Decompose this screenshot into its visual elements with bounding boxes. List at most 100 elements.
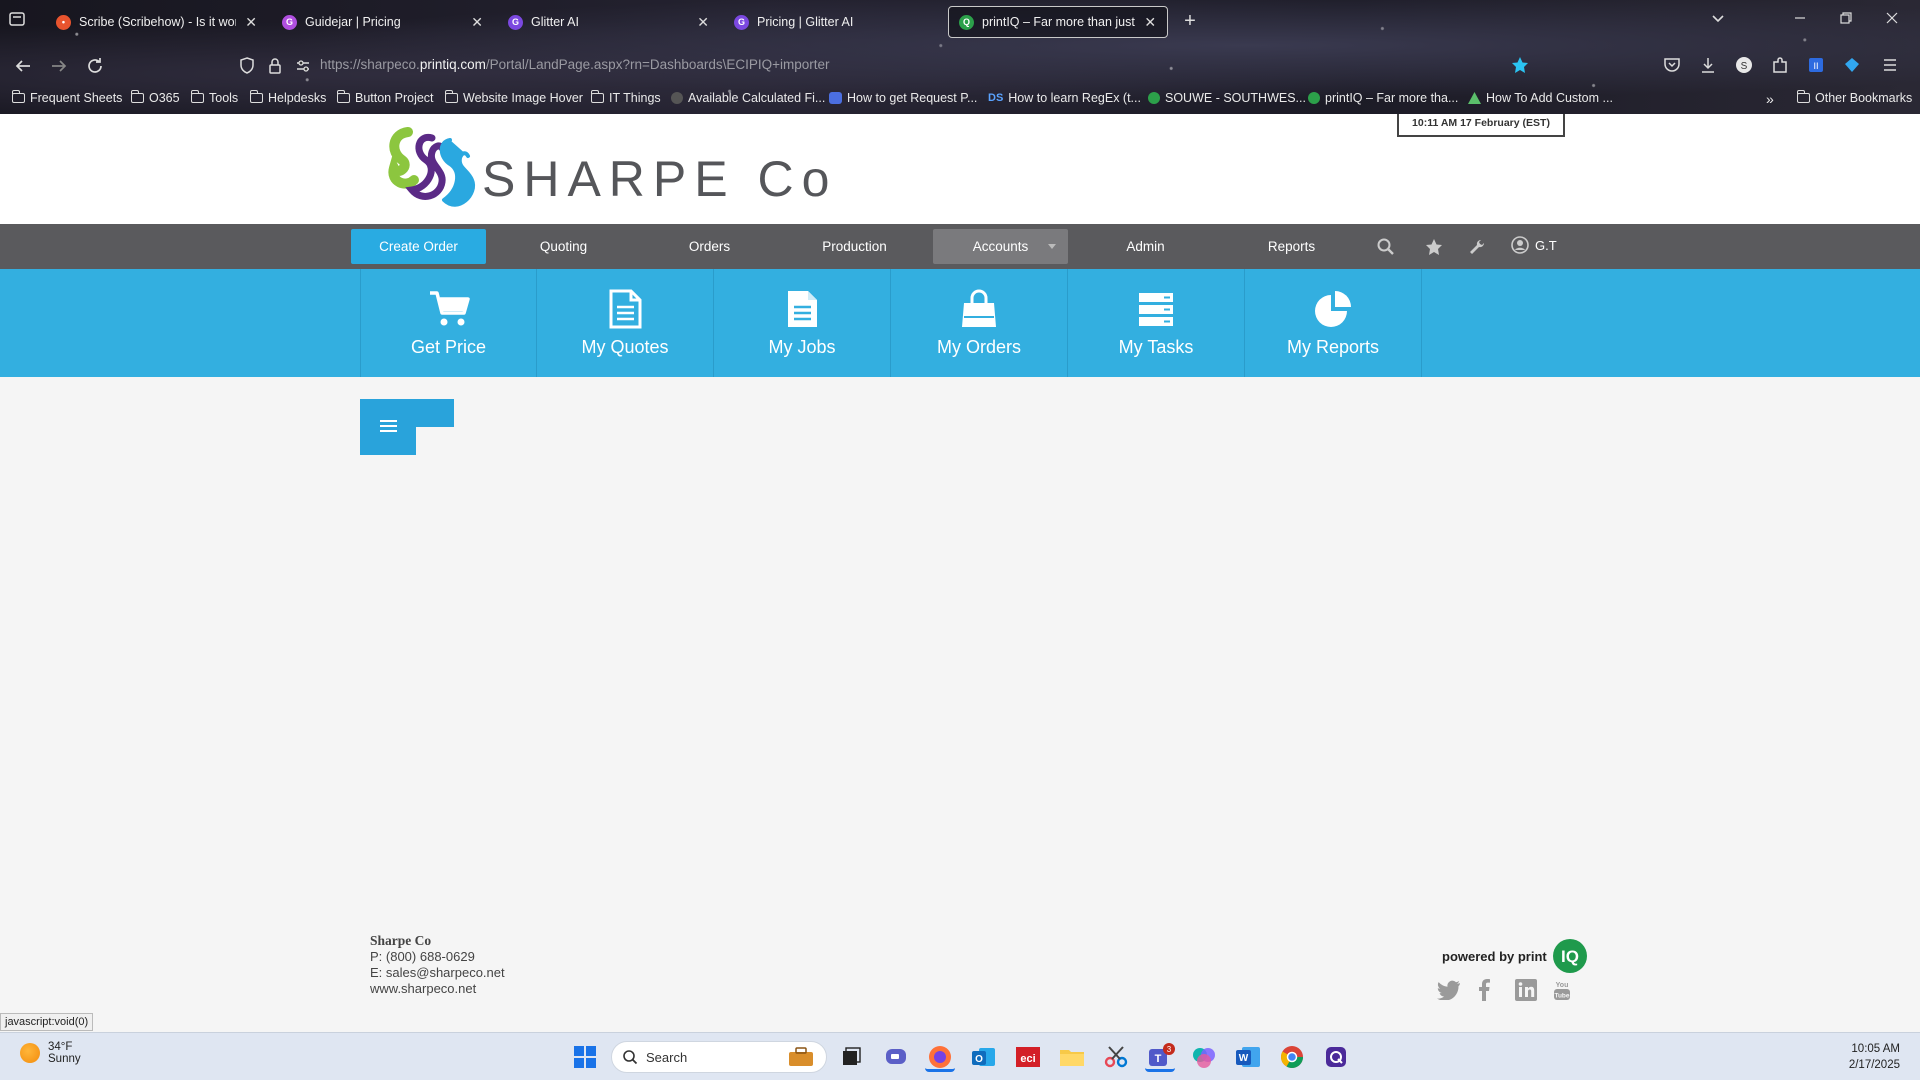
firefox-icon[interactable]	[925, 1042, 955, 1072]
lock-icon[interactable]	[264, 55, 286, 77]
extension-blue-icon[interactable]: II	[1806, 55, 1828, 77]
linkedin-icon[interactable]	[1515, 979, 1537, 1001]
browser-tab[interactable]: G Pricing | Glitter AI	[724, 6, 946, 38]
dashboard-menu-button[interactable]	[360, 399, 454, 455]
nav-quoting[interactable]: Quoting	[496, 229, 631, 264]
svg-text:II: II	[1813, 61, 1818, 71]
chrome-icon[interactable]	[1277, 1042, 1307, 1072]
app-q-icon[interactable]	[1321, 1042, 1351, 1072]
browser-tab[interactable]: G Glitter AI ✕	[498, 6, 720, 38]
extension-diamond-icon[interactable]	[1842, 55, 1864, 77]
bookmark-label: Tools	[209, 91, 239, 105]
tile-my-quotes[interactable]: My Quotes	[537, 269, 714, 377]
more-bookmarks-chevron-icon[interactable]: »	[1766, 91, 1774, 107]
minimize-window-icon[interactable]	[1792, 10, 1816, 26]
bookmark-link[interactable]: printIQ – Far more tha...	[1308, 91, 1458, 105]
bookmark-folder[interactable]: O365	[131, 90, 180, 105]
task-view-icon[interactable]	[836, 1042, 866, 1072]
tile-my-orders[interactable]: My Orders	[891, 269, 1068, 377]
brand-name[interactable]: SHARPE Co	[482, 150, 837, 208]
close-tab-icon[interactable]: ✕	[696, 14, 710, 31]
bookmark-folder[interactable]: IT Things	[591, 90, 661, 105]
account-icon[interactable]: S	[1734, 55, 1756, 77]
cart-icon	[429, 291, 470, 326]
bookmark-folder[interactable]: Frequent Sheets	[12, 90, 123, 105]
folder-icon	[337, 90, 350, 103]
browser-chrome: • Scribe (Scribehow) - Is it worth ✕ G G…	[0, 0, 1920, 114]
close-tab-icon[interactable]: ✕	[470, 14, 484, 31]
snipping-tool-icon[interactable]	[1101, 1042, 1131, 1072]
close-window-icon[interactable]	[1884, 10, 1908, 26]
teams-chat-icon[interactable]	[881, 1042, 911, 1072]
taskbar-search[interactable]: Search	[611, 1041, 827, 1073]
twitter-icon[interactable]	[1437, 980, 1461, 1000]
back-button[interactable]	[12, 55, 34, 77]
taskbar-clock[interactable]: 10:05 AM 2/17/2025	[1849, 1041, 1900, 1073]
bookmark-folder[interactable]: Tools	[191, 90, 239, 105]
powered-by-printiq[interactable]: powered by print IQ	[1442, 937, 1589, 975]
reload-button[interactable]	[84, 55, 106, 77]
tile-get-price[interactable]: Get Price	[360, 269, 537, 377]
forward-button[interactable]	[48, 55, 70, 77]
bookmark-link[interactable]: Available Calculated Fi...	[671, 91, 825, 105]
bookmark-link[interactable]: DS How to learn RegEx (t...	[988, 91, 1141, 105]
menu-icon[interactable]	[1880, 55, 1902, 77]
file-explorer-icon[interactable]	[1057, 1042, 1087, 1072]
tile-my-tasks[interactable]: My Tasks	[1068, 269, 1245, 377]
nav-reports[interactable]: Reports	[1224, 229, 1359, 264]
search-icon[interactable]	[1376, 237, 1396, 257]
teams-icon[interactable]: T3	[1145, 1042, 1175, 1072]
nav-admin[interactable]: Admin	[1078, 229, 1213, 264]
new-tab-button[interactable]: +	[1178, 10, 1202, 33]
address-bar[interactable]: https://sharpeco.printiq.com/Portal/Land…	[320, 57, 830, 72]
bookmark-link[interactable]: How To Add Custom ...	[1468, 91, 1613, 105]
bookmark-link[interactable]: How to get Request P...	[829, 91, 977, 105]
footer-website[interactable]: www.sharpeco.net	[370, 981, 505, 997]
close-tab-icon[interactable]: ✕	[244, 14, 258, 31]
nav-create-order[interactable]: Create Order	[351, 229, 486, 264]
close-tab-icon[interactable]: ✕	[1144, 14, 1157, 31]
tab-overview-icon[interactable]	[8, 10, 32, 28]
shield-icon[interactable]	[236, 55, 258, 77]
footer-email[interactable]: E: sales@sharpeco.net	[370, 965, 505, 981]
extensions-icon[interactable]	[1770, 55, 1792, 77]
m365-copilot-icon[interactable]	[1189, 1042, 1219, 1072]
tab-list-chevron-icon[interactable]	[1710, 10, 1734, 26]
nav-orders[interactable]: Orders	[642, 229, 777, 264]
tab-strip: • Scribe (Scribehow) - Is it worth ✕ G G…	[0, 0, 1920, 44]
sharpe-logo-icon[interactable]	[388, 124, 480, 220]
bookmark-folder[interactable]: Button Project	[337, 90, 434, 105]
bookmark-star-icon[interactable]	[1510, 55, 1532, 77]
tile-my-jobs[interactable]: My Jobs	[714, 269, 891, 377]
bookmark-link[interactable]: SOUWE - SOUTHWES...	[1148, 91, 1306, 105]
powered-by-text: powered by print	[1442, 948, 1547, 964]
browser-tab[interactable]: G Guidejar | Pricing ✕	[272, 6, 494, 38]
weather-widget[interactable]: 34°F Sunny	[20, 1041, 81, 1065]
pocket-icon[interactable]	[1662, 55, 1684, 77]
wrench-icon[interactable]	[1467, 237, 1487, 257]
nav-accounts[interactable]: Accounts	[933, 229, 1068, 264]
outlook-icon[interactable]: O	[969, 1042, 999, 1072]
folder-icon	[445, 90, 458, 103]
restore-window-icon[interactable]	[1838, 10, 1862, 26]
triangle-icon	[1468, 92, 1481, 104]
nav-production[interactable]: Production	[787, 229, 922, 264]
downloads-icon[interactable]	[1698, 55, 1720, 77]
word-icon[interactable]: W	[1233, 1042, 1263, 1072]
bookmark-folder[interactable]: Website Image Hover	[445, 90, 583, 105]
user-menu[interactable]: G.T	[1511, 236, 1557, 254]
favorites-star-icon[interactable]	[1424, 237, 1444, 257]
globe-icon	[671, 92, 683, 104]
bookmark-folder-other[interactable]: Other Bookmarks	[1797, 90, 1912, 105]
facebook-icon[interactable]	[1477, 979, 1491, 1001]
svg-text:Tube: Tube	[1554, 993, 1569, 1000]
browser-tab[interactable]: • Scribe (Scribehow) - Is it worth ✕	[46, 6, 268, 38]
windows-start-icon[interactable]	[570, 1042, 600, 1072]
bookmark-folder[interactable]: Helpdesks	[250, 90, 326, 105]
eci-app-icon[interactable]: eci	[1013, 1042, 1043, 1072]
bookmark-label: Frequent Sheets	[30, 91, 123, 105]
site-permissions-icon[interactable]	[292, 55, 314, 77]
youtube-icon[interactable]: You Tube	[1553, 979, 1571, 1001]
tile-my-reports[interactable]: My Reports	[1245, 269, 1422, 377]
browser-tab-active[interactable]: Q printIQ – Far more than just an ✕	[948, 6, 1168, 38]
